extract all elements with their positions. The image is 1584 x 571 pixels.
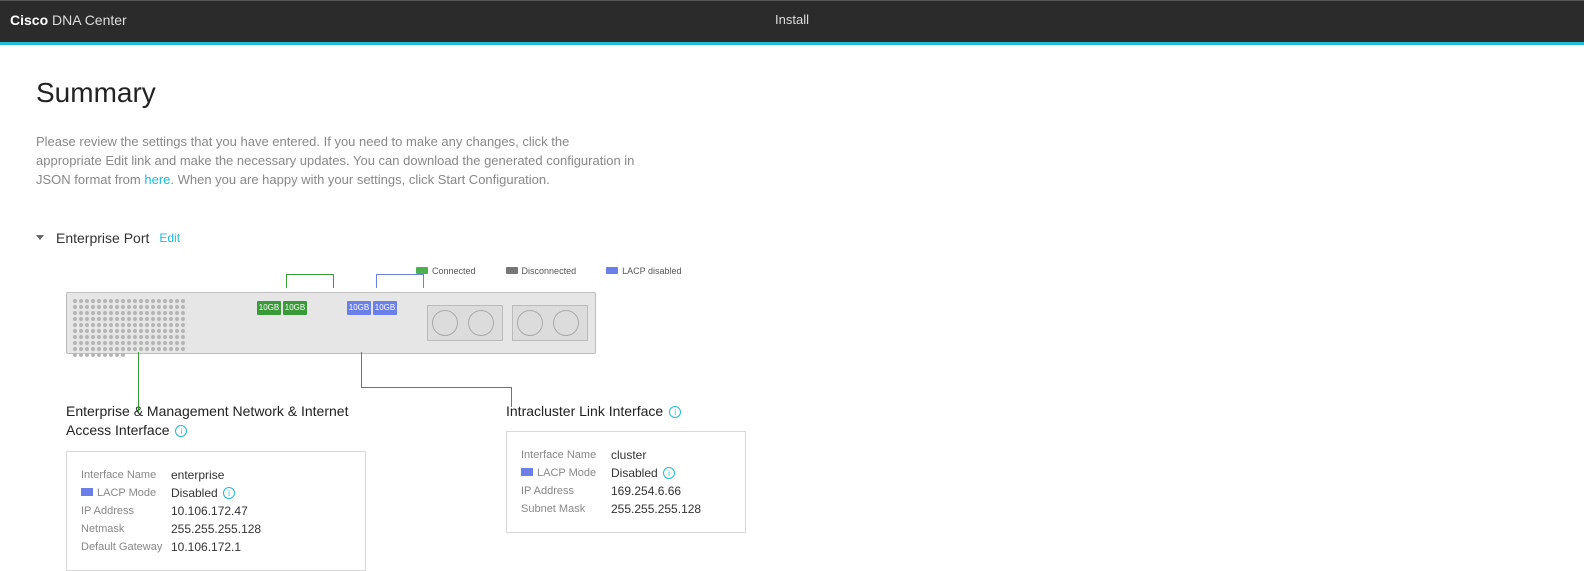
cluster-card-title: Intracluster Link Interface i [506, 402, 746, 422]
vent-grille [71, 297, 191, 347]
value-ifname: cluster [611, 448, 646, 462]
intro-text: Please review the settings that you have… [36, 133, 636, 190]
legend-lacp: LACP disabled [622, 266, 681, 276]
bracket-cluster [376, 274, 424, 288]
legend-swatch-lacp [606, 267, 618, 274]
fan-icon [468, 310, 494, 336]
bracket-enterprise [286, 274, 334, 288]
tab-install[interactable]: Install [775, 12, 809, 27]
value-ip: 10.106.172.47 [171, 504, 248, 518]
cluster-interface-block: Intracluster Link Interface i Interface … [506, 402, 746, 571]
label-ip: IP Address [81, 505, 171, 517]
label-netmask: Netmask [81, 523, 171, 535]
port-tag-10gb: 10GB [283, 301, 307, 315]
label-ifname: Interface Name [521, 449, 611, 461]
brand: Cisco DNA Center [10, 12, 127, 28]
brand-rest: DNA Center [48, 12, 127, 28]
connector-line [511, 387, 512, 407]
label-gateway: Default Gateway [81, 541, 171, 553]
chevron-down-icon [36, 235, 44, 240]
port-icon [81, 488, 93, 496]
fan-icon [432, 310, 458, 336]
cluster-title-text: Intracluster Link Interface [506, 403, 663, 419]
label-lacp: LACP Mode [521, 467, 611, 479]
section-enterprise-port-header[interactable]: Enterprise Port Edit [36, 230, 1584, 246]
enterprise-card-title: Enterprise & Management Network & Intern… [66, 402, 366, 441]
value-lacp: Disabled i [171, 486, 235, 500]
fan-icon [553, 310, 579, 336]
port-icon [521, 468, 533, 476]
page-title: Summary [36, 77, 1584, 109]
value-ip: 169.254.6.66 [611, 484, 681, 498]
top-bar: Cisco DNA Center Install [0, 0, 1584, 42]
intro-part2: . When you are happy with your settings,… [170, 172, 549, 187]
brand-bold: Cisco [10, 12, 48, 28]
label-ifname: Interface Name [81, 469, 171, 481]
value-lacp: Disabled i [611, 466, 675, 480]
info-icon[interactable]: i [223, 487, 235, 499]
label-lacp: LACP Mode [81, 487, 171, 499]
port-tag-10gb: 10GB [347, 301, 371, 315]
port-tag-10gb: 10GB [257, 301, 281, 315]
label-subnet: Subnet Mask [521, 503, 611, 515]
section-name: Enterprise Port [56, 230, 149, 246]
fan-icon [517, 310, 543, 336]
enterprise-card: Interface Nameenterprise LACP ModeDisabl… [66, 451, 366, 571]
port-tag-10gb: 10GB [373, 301, 397, 315]
enterprise-interface-block: Enterprise & Management Network & Intern… [66, 402, 366, 571]
port-legend: Connected Disconnected LACP disabled [416, 266, 1584, 276]
value-subnet: 255.255.255.128 [611, 502, 701, 516]
info-icon[interactable]: i [669, 406, 681, 418]
appliance-diagram: 10GB 10GB 10GB 10GB [66, 282, 666, 362]
appliance-chassis: 10GB 10GB 10GB 10GB [66, 292, 596, 354]
psu-module [427, 305, 503, 341]
info-icon[interactable]: i [175, 425, 187, 437]
value-gateway: 10.106.172.1 [171, 540, 241, 554]
edit-link[interactable]: Edit [159, 231, 180, 245]
label-ip: IP Address [521, 485, 611, 497]
cluster-card: Interface Namecluster LACP ModeDisabled … [506, 431, 746, 533]
value-netmask: 255.255.255.128 [171, 522, 261, 536]
info-icon[interactable]: i [663, 467, 675, 479]
value-ifname: enterprise [171, 468, 224, 482]
download-json-link[interactable]: here [144, 172, 170, 187]
legend-disconnected: Disconnected [522, 266, 577, 276]
connector-line [361, 352, 362, 387]
legend-swatch-disconnected [506, 267, 518, 274]
legend-connected: Connected [432, 266, 476, 276]
connector-line [138, 352, 139, 412]
connector-line [361, 387, 511, 388]
psu-module [512, 305, 588, 341]
enterprise-title-text: Enterprise & Management Network & Intern… [66, 403, 348, 439]
